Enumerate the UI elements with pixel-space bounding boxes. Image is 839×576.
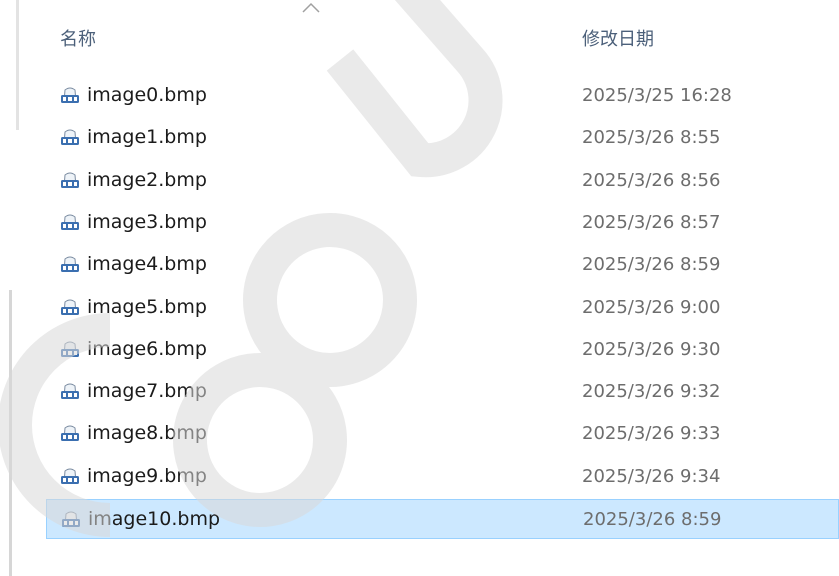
file-name: image7.bmp bbox=[87, 380, 207, 403]
bmp-file-icon bbox=[60, 213, 80, 233]
column-header-date-modified[interactable]: 修改日期 bbox=[582, 25, 654, 51]
file-date-modified: 2025/3/26 9:30 bbox=[582, 338, 721, 360]
file-row[interactable]: image1.bmp 2025/3/26 8:55 bbox=[46, 118, 839, 158]
sort-ascending-icon[interactable] bbox=[301, 2, 321, 14]
file-row[interactable]: image9.bmp 2025/3/26 9:34 bbox=[46, 457, 839, 497]
file-date-modified: 2025/3/26 8:55 bbox=[582, 127, 721, 149]
file-row[interactable]: image0.bmp 2025/3/25 16:28 bbox=[46, 76, 839, 116]
left-pane-divider-lower bbox=[9, 290, 12, 576]
file-row[interactable]: image7.bmp 2025/3/26 9:32 bbox=[46, 372, 839, 412]
file-date-modified: 2025/3/26 8:56 bbox=[582, 169, 721, 191]
bmp-file-icon bbox=[60, 382, 80, 402]
file-row[interactable]: image5.bmp 2025/3/26 9:00 bbox=[46, 288, 839, 328]
file-name: image10.bmp bbox=[88, 508, 221, 530]
file-row[interactable]: image2.bmp 2025/3/26 8:56 bbox=[46, 161, 839, 201]
file-name: image0.bmp bbox=[87, 84, 207, 106]
file-row[interactable]: image10.bmp 2025/3/26 8:59 bbox=[46, 499, 839, 539]
bmp-file-icon bbox=[61, 510, 81, 530]
file-row[interactable]: image6.bmp 2025/3/26 9:30 bbox=[46, 330, 839, 370]
file-date-modified: 2025/3/26 9:33 bbox=[582, 423, 721, 445]
bmp-file-icon bbox=[60, 128, 80, 148]
bmp-file-icon bbox=[60, 467, 80, 487]
bmp-file-icon bbox=[60, 86, 80, 106]
file-row[interactable]: image4.bmp 2025/3/26 8:59 bbox=[46, 245, 839, 285]
file-name: image8.bmp bbox=[87, 422, 207, 445]
file-name: image9.bmp bbox=[87, 464, 207, 487]
column-header-name[interactable]: 名称 bbox=[60, 25, 96, 51]
bmp-file-icon bbox=[60, 340, 80, 360]
file-name: image2.bmp bbox=[87, 168, 207, 191]
column-header-bar: 名称 修改日期 bbox=[0, 0, 839, 70]
bmp-file-icon bbox=[60, 255, 80, 275]
file-name: image6.bmp bbox=[87, 337, 207, 360]
file-date-modified: 2025/3/26 9:34 bbox=[582, 465, 721, 487]
bmp-file-icon bbox=[60, 298, 80, 318]
bmp-file-icon bbox=[60, 424, 80, 444]
file-row[interactable]: image8.bmp 2025/3/26 9:33 bbox=[46, 414, 839, 454]
file-name: image3.bmp bbox=[87, 210, 207, 233]
file-row[interactable]: image3.bmp 2025/3/26 8:57 bbox=[46, 203, 839, 243]
file-date-modified: 2025/3/26 9:00 bbox=[582, 296, 721, 318]
file-date-modified: 2025/3/26 8:57 bbox=[582, 211, 721, 233]
bmp-file-icon bbox=[60, 171, 80, 191]
file-date-modified: 2025/3/26 9:32 bbox=[582, 381, 721, 403]
file-name: image1.bmp bbox=[87, 126, 207, 149]
file-name: image4.bmp bbox=[87, 253, 207, 276]
file-date-modified: 2025/3/26 8:59 bbox=[583, 509, 722, 530]
file-date-modified: 2025/3/26 8:59 bbox=[582, 254, 721, 276]
file-date-modified: 2025/3/25 16:28 bbox=[582, 85, 732, 106]
file-explorer-pane: 名称 修改日期 image0.bmp 2025/3/25 16:28 image1.… bbox=[0, 0, 839, 576]
file-name: image5.bmp bbox=[87, 295, 207, 318]
